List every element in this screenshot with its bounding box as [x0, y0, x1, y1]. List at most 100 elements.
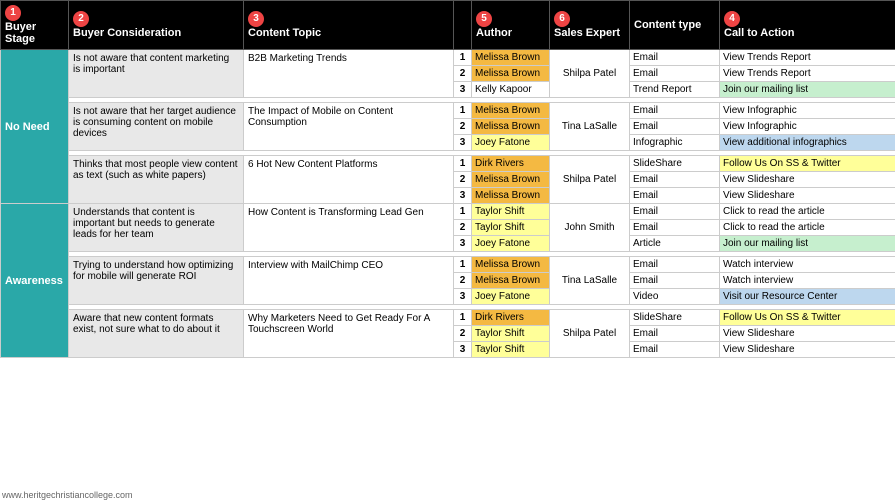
cta-cell: Follow Us On SS & Twitter — [720, 310, 895, 326]
cta-cell: View Slideshare — [720, 188, 895, 204]
col5-num: 5 — [476, 11, 492, 27]
row-number: 2 — [454, 220, 472, 236]
cta-cell: View Slideshare — [720, 172, 895, 188]
content-topic-header: 3 Content Topic — [244, 1, 454, 50]
author-cell: Joey Fatone — [472, 289, 550, 305]
author-cell: Taylor Shift — [472, 342, 550, 358]
content-type-cell: Email — [630, 326, 720, 342]
buyer-consideration-cell: Understands that content is important bu… — [69, 204, 244, 252]
author-cell: Taylor Shift — [472, 204, 550, 220]
cta-cell: Click to read the article — [720, 220, 895, 236]
cta-cell: View Slideshare — [720, 342, 895, 358]
content-type-cell: Infographic — [630, 135, 720, 151]
content-type-cell: Email — [630, 66, 720, 82]
content-type-cell: SlideShare — [630, 156, 720, 172]
content-type-cell: Email — [630, 103, 720, 119]
sales-expert-cell: Shilpa Patel — [550, 310, 630, 358]
sales-expert-cell: Shilpa Patel — [550, 156, 630, 204]
content-type-header: Content type — [630, 1, 720, 50]
sales-expert-cell: Tina LaSalle — [550, 103, 630, 151]
col5-label: Author — [476, 27, 512, 39]
author-cell: Joey Fatone — [472, 236, 550, 252]
table-row: Aware that new content formats exist, no… — [1, 310, 895, 326]
cta-cell: View Slideshare — [720, 326, 895, 342]
cta-cell: Watch interview — [720, 257, 895, 273]
author-cell: Melissa Brown — [472, 119, 550, 135]
content-type-cell: Trend Report — [630, 82, 720, 98]
row-number: 1 — [454, 103, 472, 119]
row-number: 3 — [454, 188, 472, 204]
cta-cell: View additional infographics — [720, 135, 895, 151]
col2-num: 2 — [73, 11, 89, 27]
cta-cell: Join our mailing list — [720, 236, 895, 252]
content-type-cell: Email — [630, 204, 720, 220]
author-cell: Kelly Kapoor — [472, 82, 550, 98]
col6-label: Sales Expert — [554, 27, 620, 39]
cta-cell: Click to read the article — [720, 204, 895, 220]
row-number: 2 — [454, 273, 472, 289]
cta-cell: View Trends Report — [720, 50, 895, 66]
author-cell: Melissa Brown — [472, 66, 550, 82]
content-topic-cell: Why Marketers Need to Get Ready For A To… — [244, 310, 454, 358]
content-topic-cell: 6 Hot New Content Platforms — [244, 156, 454, 204]
buyer-consideration-cell: Is not aware that content marketing is i… — [69, 50, 244, 98]
author-cell: Melissa Brown — [472, 172, 550, 188]
table-row: Trying to understand how optimizing for … — [1, 257, 895, 273]
buyer-stage-header: 1 Buyer Stage — [1, 1, 69, 50]
buyer-consideration-cell: Is not aware that her target audience is… — [69, 103, 244, 151]
sales-expert-cell: Shilpa Patel — [550, 50, 630, 98]
column-headers: 1 Buyer Stage 2 Buyer Consideration 3 Co… — [1, 1, 895, 50]
num-header — [454, 1, 472, 50]
row-number: 3 — [454, 82, 472, 98]
content-type-cell: SlideShare — [630, 310, 720, 326]
row-number: 1 — [454, 204, 472, 220]
col8-label: Call to Action — [724, 27, 794, 39]
author-cell: Melissa Brown — [472, 188, 550, 204]
content-type-cell: Email — [630, 342, 720, 358]
col2-label: Buyer Consideration — [73, 27, 181, 39]
col3-label: Content Topic — [248, 27, 321, 39]
author-cell: Dirk Rivers — [472, 310, 550, 326]
table-row: AwarenessUnderstands that content is imp… — [1, 204, 895, 220]
table-body: No NeedIs not aware that content marketi… — [1, 50, 895, 358]
author-cell: Melissa Brown — [472, 257, 550, 273]
buyer-consideration-cell: Trying to understand how optimizing for … — [69, 257, 244, 305]
content-type-cell: Email — [630, 257, 720, 273]
col1-label: Buyer Stage — [5, 21, 36, 45]
author-cell: Taylor Shift — [472, 326, 550, 342]
cta-cell: View Infographic — [720, 119, 895, 135]
content-type-cell: Email — [630, 188, 720, 204]
content-type-cell: Email — [630, 172, 720, 188]
author-cell: Melissa Brown — [472, 103, 550, 119]
cta-cell: View Trends Report — [720, 66, 895, 82]
cta-cell: Follow Us On SS & Twitter — [720, 156, 895, 172]
content-topic-cell: B2B Marketing Trends — [244, 50, 454, 98]
table-row: Thinks that most people view content as … — [1, 156, 895, 172]
row-number: 2 — [454, 172, 472, 188]
sales-expert-cell: John Smith — [550, 204, 630, 252]
buyer-consideration-cell: Thinks that most people view content as … — [69, 156, 244, 204]
row-number: 2 — [454, 326, 472, 342]
table-row: No NeedIs not aware that content marketi… — [1, 50, 895, 66]
author-cell: Dirk Rivers — [472, 156, 550, 172]
content-type-cell: Email — [630, 273, 720, 289]
author-cell: Melissa Brown — [472, 273, 550, 289]
content-topic-cell: Interview with MailChimp CEO — [244, 257, 454, 305]
table-row: Is not aware that her target audience is… — [1, 103, 895, 119]
cta-cell: Join our mailing list — [720, 82, 895, 98]
col6-num: 6 — [554, 11, 570, 27]
cta-cell: View Infographic — [720, 103, 895, 119]
buyer-stage-cell: No Need — [1, 50, 69, 204]
author-cell: Taylor Shift — [472, 220, 550, 236]
content-topic-cell: The Impact of Mobile on Content Consumpt… — [244, 103, 454, 151]
cta-header: 4 Call to Action — [720, 1, 895, 50]
row-number: 1 — [454, 156, 472, 172]
col1-num: 1 — [5, 5, 21, 21]
buyer-consideration-cell: Aware that new content formats exist, no… — [69, 310, 244, 358]
row-number: 3 — [454, 289, 472, 305]
content-map-table: 1 Buyer Stage 2 Buyer Consideration 3 Co… — [0, 0, 895, 358]
content-topic-cell: How Content is Transforming Lead Gen — [244, 204, 454, 252]
row-number: 2 — [454, 119, 472, 135]
col7-label: Content type — [634, 19, 701, 31]
content-type-cell: Email — [630, 50, 720, 66]
